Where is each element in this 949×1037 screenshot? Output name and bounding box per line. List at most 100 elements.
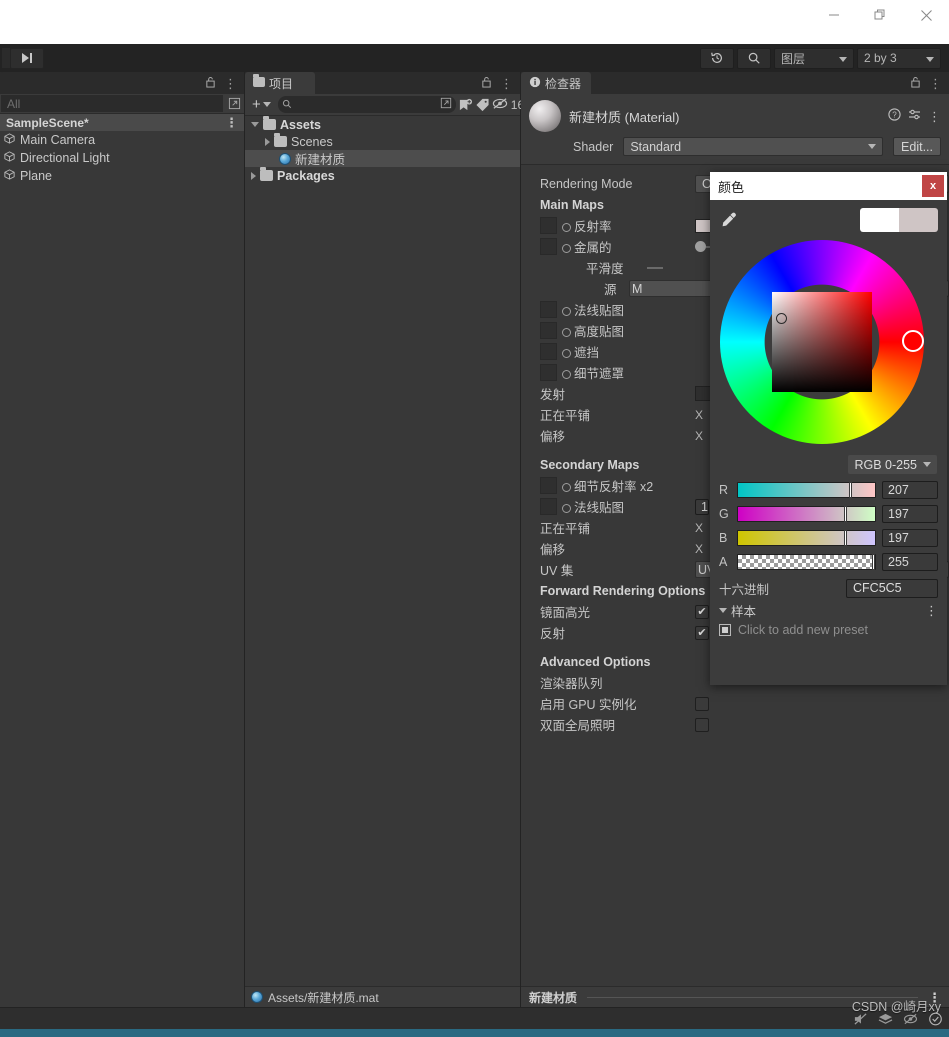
chevron-down-icon[interactable] bbox=[719, 607, 727, 613]
add-asset-button[interactable]: + bbox=[247, 96, 276, 114]
specular-highlights-checkbox[interactable]: ✔ bbox=[695, 604, 709, 619]
texture-slot[interactable] bbox=[540, 322, 557, 339]
old-color-swatch bbox=[860, 208, 899, 232]
chevron-right-icon[interactable] bbox=[251, 171, 256, 180]
close-icon[interactable] bbox=[903, 0, 949, 30]
double-sided-gi-checkbox[interactable] bbox=[695, 717, 709, 732]
texture-slot[interactable] bbox=[540, 364, 557, 381]
color-mode-dropdown[interactable]: RGB 0-255 bbox=[848, 455, 937, 474]
channel-value-g[interactable]: 197 bbox=[882, 505, 938, 523]
channel-slider-a[interactable] bbox=[737, 554, 876, 570]
slider-knob[interactable] bbox=[849, 482, 853, 498]
slider-knob[interactable] bbox=[843, 506, 847, 522]
channel-slider-g[interactable] bbox=[737, 506, 876, 522]
more-options-icon[interactable]: ⋮ bbox=[225, 116, 238, 129]
gpu-instancing-checkbox[interactable] bbox=[695, 696, 709, 711]
preset-icon[interactable] bbox=[908, 108, 921, 124]
render-queue-label: 渲染器队列 bbox=[540, 677, 603, 691]
slider-track[interactable] bbox=[647, 266, 663, 269]
tree-row-assets[interactable]: Assets bbox=[245, 116, 520, 133]
samples-header[interactable]: 样本 ⋮ bbox=[710, 600, 947, 620]
texture-slot[interactable] bbox=[540, 217, 557, 234]
layers-dropdown[interactable]: 图层 bbox=[774, 47, 854, 69]
texture-slot[interactable] bbox=[540, 301, 557, 318]
tree-row-new-material[interactable]: 新建材质 bbox=[245, 150, 520, 167]
expand-icon[interactable] bbox=[224, 95, 244, 112]
project-search-input[interactable] bbox=[294, 98, 437, 111]
more-options-icon[interactable]: ⋮ bbox=[925, 604, 938, 617]
scene-header-row[interactable]: SampleScene* ⋮ bbox=[0, 114, 244, 131]
lock-icon[interactable] bbox=[205, 76, 216, 91]
chevron-down-icon[interactable] bbox=[251, 122, 259, 127]
add-preset-row[interactable]: Click to add new preset bbox=[710, 620, 947, 640]
shader-edit-button[interactable]: Edit... bbox=[893, 137, 941, 156]
minimize-icon[interactable] bbox=[811, 0, 857, 30]
save-search-icon[interactable] bbox=[458, 96, 473, 114]
help-icon[interactable]: ? bbox=[888, 108, 901, 124]
channel-value-r[interactable]: 207 bbox=[882, 481, 938, 499]
close-icon[interactable]: x bbox=[922, 175, 944, 197]
project-tab[interactable]: 项目 bbox=[245, 72, 315, 94]
emission-color-swatch[interactable] bbox=[695, 386, 711, 401]
project-tree: Assets Scenes 新建材质 Packages bbox=[245, 116, 520, 184]
texture-slot[interactable] bbox=[540, 498, 557, 515]
channel-slider-b[interactable] bbox=[737, 530, 876, 546]
hierarchy-item-plane[interactable]: Plane bbox=[0, 167, 244, 185]
uv-set-label: UV 集 bbox=[540, 564, 574, 578]
layout-dropdown[interactable]: 2 by 3 bbox=[857, 47, 941, 69]
slider-handle[interactable] bbox=[695, 241, 706, 252]
eyedropper-icon[interactable] bbox=[719, 210, 739, 230]
color-mode-row: RGB 0-255 bbox=[710, 455, 947, 478]
tiling-x-label: X bbox=[695, 407, 704, 422]
slider-knob[interactable] bbox=[871, 554, 875, 570]
undo-history-icon[interactable] bbox=[700, 47, 734, 69]
search-icon[interactable] bbox=[737, 47, 771, 69]
tag-icon[interactable] bbox=[475, 96, 490, 114]
chevron-right-icon[interactable] bbox=[265, 137, 270, 146]
hierarchy-item-main-camera[interactable]: Main Camera bbox=[0, 131, 244, 149]
hex-input[interactable]: CFC5C5 bbox=[846, 578, 938, 598]
layers-stack-icon[interactable] bbox=[878, 1012, 893, 1029]
hierarchy-tab[interactable] bbox=[0, 72, 205, 94]
inspector-tabbar: 检查器 ⋮ bbox=[521, 72, 949, 94]
detail-normal-value[interactable]: 1 bbox=[695, 498, 709, 515]
inspector-tab[interactable]: 检查器 bbox=[521, 72, 592, 94]
check-circle-icon[interactable] bbox=[928, 1012, 943, 1029]
more-options-icon[interactable]: ⋮ bbox=[928, 110, 941, 123]
project-status-path: Assets/新建材质.mat bbox=[268, 990, 379, 1005]
channel-value-b[interactable]: 197 bbox=[882, 529, 938, 547]
preset-swatch-icon[interactable] bbox=[719, 624, 731, 636]
mute-audio-icon[interactable] bbox=[853, 1012, 868, 1029]
metallic-label: 金属的 bbox=[562, 237, 695, 256]
slider-knob[interactable] bbox=[843, 530, 847, 546]
texture-slot[interactable] bbox=[540, 343, 557, 360]
reflections-checkbox[interactable]: ✔ bbox=[695, 625, 709, 640]
lock-icon[interactable] bbox=[910, 76, 921, 91]
expand-icon[interactable] bbox=[440, 97, 452, 112]
hierarchy-search-input[interactable] bbox=[1, 95, 223, 112]
channel-slider-r[interactable] bbox=[737, 482, 876, 498]
tree-row-scenes[interactable]: Scenes bbox=[245, 133, 520, 150]
radio-icon bbox=[562, 483, 571, 492]
hue-marker[interactable] bbox=[902, 330, 924, 352]
channel-value-a[interactable]: 255 bbox=[882, 553, 938, 571]
tree-row-packages[interactable]: Packages bbox=[245, 167, 520, 184]
saturation-value-marker[interactable] bbox=[776, 313, 787, 324]
texture-slot[interactable] bbox=[540, 238, 557, 255]
hierarchy-item-directional-light[interactable]: Directional Light bbox=[0, 149, 244, 167]
project-search-field[interactable] bbox=[277, 96, 456, 113]
color-compare-swatch[interactable] bbox=[860, 208, 938, 232]
saturation-value-square[interactable] bbox=[772, 292, 872, 392]
shader-dropdown[interactable]: Standard bbox=[623, 137, 884, 156]
lock-icon[interactable] bbox=[481, 76, 492, 91]
more-options-icon[interactable]: ⋮ bbox=[224, 77, 237, 90]
chevron-down-icon bbox=[914, 51, 934, 65]
chevron-down-icon bbox=[868, 144, 877, 149]
more-options-icon[interactable]: ⋮ bbox=[500, 77, 513, 90]
no-preview-icon[interactable] bbox=[903, 1012, 918, 1029]
step-button[interactable] bbox=[10, 47, 44, 69]
more-options-icon[interactable]: ⋮ bbox=[929, 77, 942, 90]
restore-icon[interactable] bbox=[857, 0, 903, 30]
texture-slot[interactable] bbox=[540, 477, 557, 494]
samples-label: 样本 bbox=[731, 604, 757, 619]
